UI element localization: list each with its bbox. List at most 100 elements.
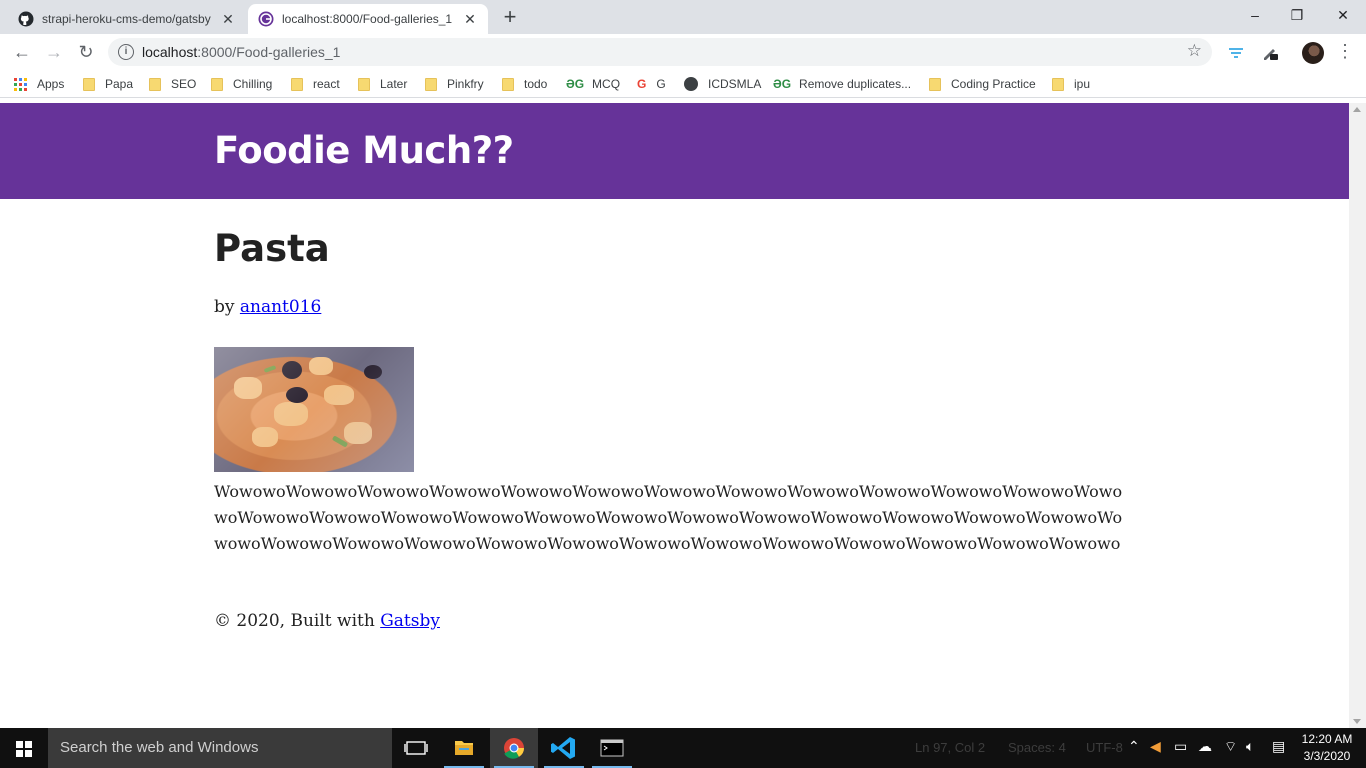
folder-icon [83,77,95,91]
bookmark-label: G [656,77,666,91]
new-tab-button[interactable]: + [498,6,522,30]
bookmark-pinkfry[interactable]: Pinkfry [425,75,484,93]
url-path: :8000/Food-galleries_1 [197,44,341,60]
file-explorer-button[interactable] [440,728,488,768]
bookmark-label: Papa [105,77,134,91]
bookmark-label: MCQ [592,77,621,91]
wifi-icon[interactable]: ⌔ [1224,738,1237,756]
footer-text: © 2020, Built with [214,611,381,631]
chrome-menu-icon[interactable]: ⋮ [1336,40,1354,64]
pasta-photo [214,347,414,472]
chrome-button[interactable] [490,728,538,768]
post-title: Pasta [214,227,330,270]
bookmark-label: Later [380,77,408,91]
site-footer: © 2020, Built with Gatsby [214,611,440,631]
scroll-down-icon[interactable] [1353,719,1361,724]
github-icon [18,11,34,27]
restore-button[interactable]: ❐ [1274,0,1320,30]
folder-icon [291,77,303,91]
byline: by anant016 [214,297,321,317]
battery-icon[interactable]: ▭ [1174,738,1187,755]
bookmark-g[interactable]: GG [637,75,666,93]
close-window-button[interactable]: ✕ [1320,0,1366,30]
tab-localhost[interactable]: localhost:8000/Food-galleries_1 ✕ [248,4,488,34]
bookmarks-bar: Apps Papa SEO Chilling react Later Pinkf… [0,70,1366,98]
minimize-button[interactable]: – [1232,0,1278,30]
terminal-button[interactable] [588,728,636,768]
terminal-icon [600,739,624,757]
tab-title: strapi-heroku-cms-demo/gatsby [42,12,211,26]
tab-strip: strapi-heroku-cms-demo/gatsby ✕ localhos… [0,0,1366,34]
post-body: WowowoWowowoWowowoWowowoWowowoWowowoWowo… [214,482,1123,553]
browser-toolbar: ← → ↻ i localhost:8000/Food-galleries_1 … [0,34,1366,70]
editor-indentation: Spaces: 4 [1008,740,1066,755]
onedrive-icon[interactable]: ☁ [1198,738,1212,755]
taskbar-search[interactable]: Search the web and Windows [48,728,392,768]
tab-github[interactable]: strapi-heroku-cms-demo/gatsby ✕ [8,4,246,34]
google-icon: G [637,77,647,91]
folder-icon [1052,77,1064,91]
scroll-up-icon[interactable] [1353,107,1361,112]
clock-time: 12:20 AM [1301,732,1353,746]
folder-icon [211,77,223,91]
task-view-icon [404,741,428,755]
extension-pen-icon[interactable] [1260,42,1280,62]
tray-overflow-icon[interactable]: ⌃ [1128,738,1140,755]
bookmark-label: Pinkfry [447,77,484,91]
tab-title: localhost:8000/Food-galleries_1 [282,12,453,26]
action-center-icon[interactable]: ▤ [1272,738,1285,755]
extension-icon[interactable] [1226,42,1246,62]
vscode-icon [551,737,575,759]
byline-prefix: by [214,297,240,317]
folder-icon [149,77,161,91]
bookmark-papa[interactable]: Papa [83,75,133,93]
folder-icon [455,741,473,755]
clock-date: 3/3/2020 [1303,749,1351,763]
chrome-icon [504,738,525,759]
globe-icon [684,77,698,91]
site-info-icon[interactable]: i [118,44,134,60]
bookmark-label: Apps [37,77,65,91]
bookmark-later[interactable]: Later [358,75,407,93]
address-bar[interactable]: i localhost:8000/Food-galleries_1 ☆ [108,38,1212,66]
system-clock[interactable]: 12:20 AM 3/3/2020 [1300,731,1354,765]
close-tab-icon[interactable]: ✕ [220,11,236,27]
url-host: localhost [142,44,198,60]
site-header: Foodie Much?? [0,103,1349,199]
site-title[interactable]: Foodie Much?? [214,129,514,172]
bookmark-todo[interactable]: todo [502,75,547,93]
folder-icon [425,77,437,91]
bookmark-remove-duplicates[interactable]: ƏG Remove duplicates... [773,75,911,93]
back-button[interactable]: ← [10,40,34,64]
task-view-button[interactable] [392,728,440,768]
page-scrollbar[interactable] [1349,103,1366,728]
volume-warning-icon[interactable]: ◀ [1150,738,1161,755]
bookmark-label: react [313,77,340,91]
bookmark-icdsmla[interactable]: ICDSMLA [684,75,761,93]
windows-taskbar: Search the web and Windows Ln 97, Col 2 … [0,728,1366,768]
bookmark-label: Remove duplicates... [799,77,912,91]
close-tab-icon[interactable]: ✕ [462,11,478,27]
bookmark-apps[interactable]: Apps [14,75,64,93]
gatsby-link[interactable]: Gatsby [380,611,440,631]
bookmark-label: Chilling [233,77,273,91]
bookmark-star-icon[interactable]: ☆ [1187,41,1202,61]
bookmark-coding-practice[interactable]: Coding Practice [929,75,1036,93]
profile-avatar[interactable] [1302,42,1324,64]
speaker-icon[interactable]: 🔈︎ [1246,738,1254,755]
editor-cursor-position: Ln 97, Col 2 [915,740,986,755]
url-text[interactable]: localhost:8000/Food-galleries_1 [142,44,340,60]
author-link[interactable]: anant016 [240,297,321,317]
forward-button[interactable]: → [42,40,66,64]
bookmark-mcq[interactable]: ƏG MCQ [566,75,620,93]
folder-icon [929,77,941,91]
vscode-button[interactable] [540,728,588,768]
bookmark-ipu[interactable]: ipu [1052,75,1090,93]
page-viewport: Foodie Much?? Pasta by anant016 WowowoWo… [0,103,1349,728]
reload-button[interactable]: ↻ [74,40,98,64]
bookmark-seo[interactable]: SEO [149,75,196,93]
start-button[interactable] [0,728,48,768]
bookmark-chilling[interactable]: Chilling [211,75,272,93]
bookmark-react[interactable]: react [291,75,340,93]
editor-encoding: UTF-8 [1086,740,1123,755]
